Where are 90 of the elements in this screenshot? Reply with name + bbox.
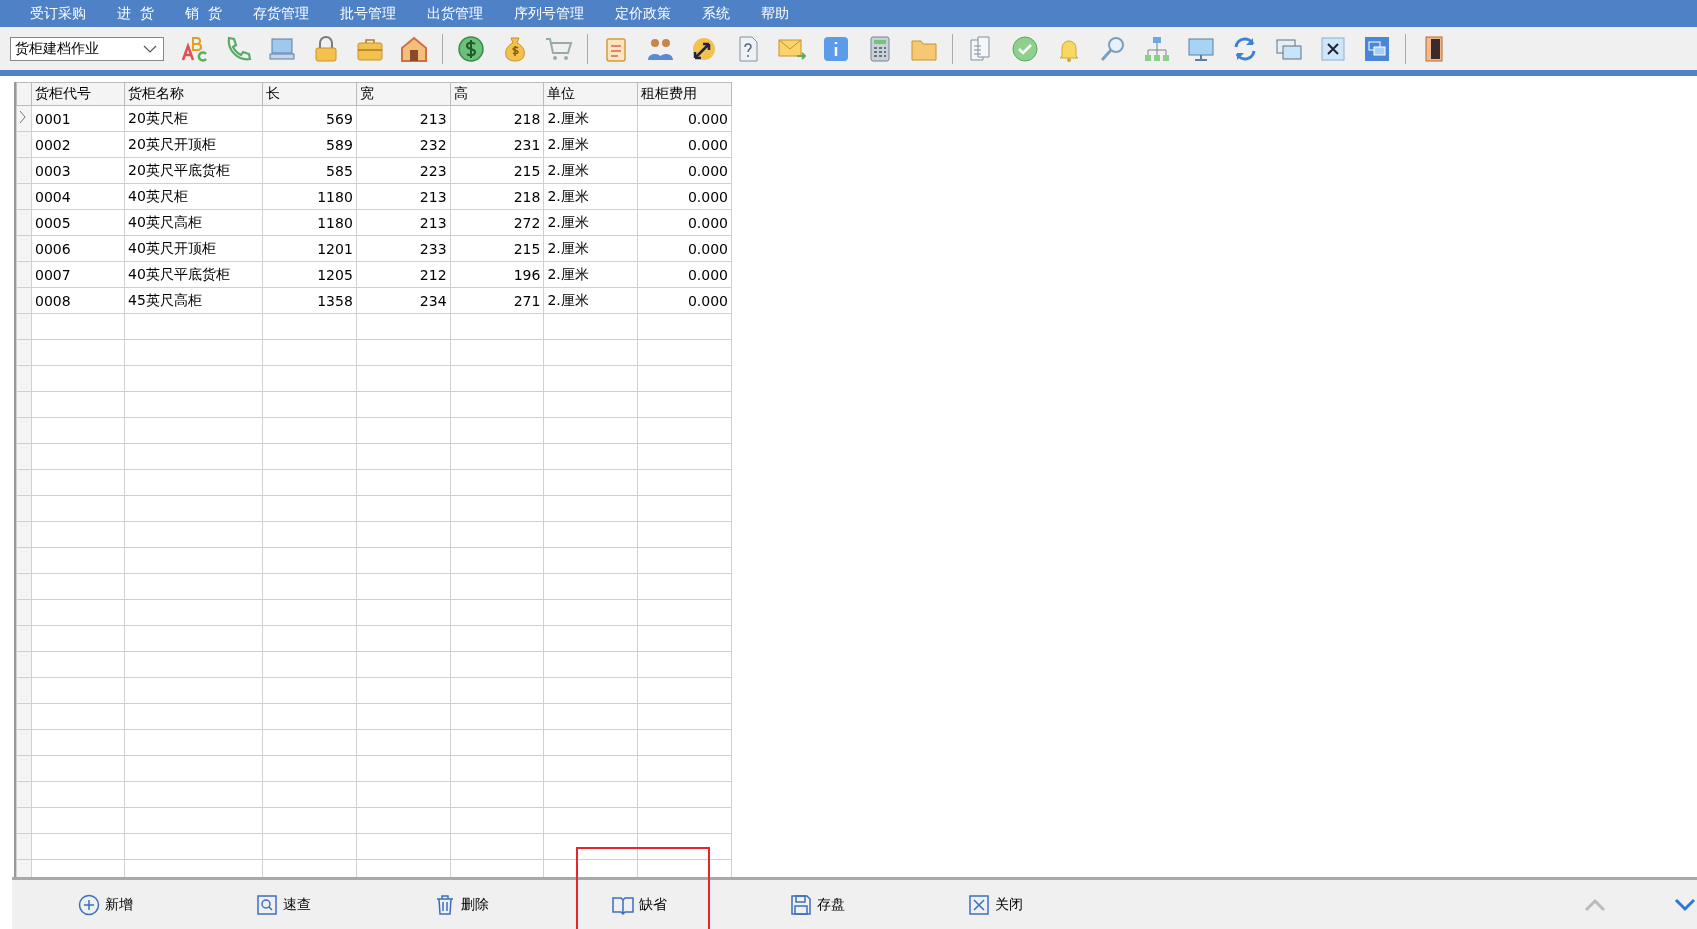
table-cell: 0.000 — [637, 105, 732, 132]
table-cell: 20英尺开顶柜 — [124, 131, 263, 158]
table-cell: 1201 — [262, 235, 357, 262]
table-cell: 215 — [450, 235, 544, 262]
table-cell: 1180 — [262, 209, 357, 236]
menu-item[interactable]: 销 货 — [184, 4, 222, 23]
table-cell: 40英尺平底货柜 — [124, 261, 263, 288]
table-cell: 0001 — [31, 105, 125, 132]
table-cell: 232 — [356, 131, 451, 158]
caret-icon — [143, 44, 157, 53]
table-cell: 40英尺高柜 — [124, 209, 263, 236]
current-row-chevron-icon — [19, 110, 26, 124]
column-header[interactable]: 长 — [262, 82, 357, 106]
table-cell: 233 — [356, 235, 451, 262]
menu-item[interactable]: 序列号管理 — [513, 4, 584, 23]
search-icon — [256, 893, 278, 916]
table-cell: 223 — [356, 157, 451, 184]
module-select[interactable]: 货柜建档作业 — [10, 36, 164, 61]
table-cell: 0.000 — [637, 183, 732, 210]
menu-item[interactable]: 批号管理 — [339, 4, 396, 23]
table-cell: 20英尺柜 — [124, 105, 263, 132]
table-cell: 0007 — [31, 261, 125, 288]
table-cell: 0.000 — [637, 131, 732, 158]
column-header[interactable]: 高 — [450, 82, 544, 106]
search-action-button[interactable]: 速查 — [250, 886, 317, 923]
menu-item[interactable]: 定价政策 — [614, 4, 671, 23]
table-cell: 218 — [450, 183, 544, 210]
chevron-up-icon[interactable] — [1583, 896, 1607, 913]
menu-item[interactable]: 系统 — [701, 4, 730, 23]
table-cell: 0.000 — [637, 209, 732, 236]
table-cell: 589 — [262, 131, 357, 158]
trash-icon — [434, 893, 456, 916]
table-cell: 2.厘米 — [543, 131, 638, 158]
table-cell: 2.厘米 — [543, 209, 638, 236]
table-cell: 20英尺平底货柜 — [124, 157, 263, 184]
table-cell: 0.000 — [637, 157, 732, 184]
menu-item[interactable]: 帮助 — [760, 4, 789, 23]
column-header[interactable]: 宽 — [356, 82, 451, 106]
table-cell: 0003 — [31, 157, 125, 184]
close-icon — [968, 893, 990, 916]
table-cell: 0002 — [31, 131, 125, 158]
menu-item[interactable]: 受订采购 — [30, 4, 86, 23]
table-cell: 2.厘米 — [543, 157, 638, 184]
table-cell: 585 — [262, 157, 357, 184]
table-cell: 45英尺高柜 — [124, 287, 263, 314]
table-cell: 569 — [262, 105, 357, 132]
table-cell: 40英尺开顶柜 — [124, 235, 263, 262]
menu-item[interactable]: 出货管理 — [426, 4, 483, 23]
column-header[interactable]: 货柜名称 — [124, 82, 263, 106]
table-cell: 218 — [450, 105, 544, 132]
column-header[interactable]: 货柜代号 — [31, 82, 125, 106]
table-cell: 231 — [450, 131, 544, 158]
table-cell: 213 — [356, 105, 451, 132]
dollar-coin-icon[interactable] — [456, 33, 486, 64]
table-cell: 2.厘米 — [543, 261, 638, 288]
table-cell: 2.厘米 — [543, 183, 638, 210]
plus-circle-icon — [78, 893, 100, 916]
table-cell: 2.厘米 — [543, 105, 638, 132]
check-circle-icon[interactable] — [1010, 33, 1040, 64]
delete-action-button[interactable]: 删除 — [428, 886, 495, 923]
table-cell: 272 — [450, 209, 544, 236]
table-cell: 0008 — [31, 287, 125, 314]
table-cell: 1205 — [262, 261, 357, 288]
table-cell: 196 — [450, 261, 544, 288]
save-action-button[interactable]: 存盘 — [784, 886, 851, 923]
menu-item[interactable]: 进 货 — [117, 4, 154, 23]
table-cell: 0006 — [31, 235, 125, 262]
column-header[interactable]: 单位 — [543, 82, 638, 106]
table-cell: 2.厘米 — [543, 287, 638, 314]
table-cell: 234 — [356, 287, 451, 314]
table-cell: 213 — [356, 209, 451, 236]
table-cell: 0005 — [31, 209, 125, 236]
table-cell: 0.000 — [637, 261, 732, 288]
add-action-button[interactable]: 新增 — [72, 886, 139, 923]
column-header[interactable]: 租柜费用 — [637, 82, 732, 106]
table-cell: 0004 — [31, 183, 125, 210]
table-cell: 2.厘米 — [543, 235, 638, 262]
table-cell: 215 — [450, 157, 544, 184]
table-cell: 0.000 — [637, 287, 732, 314]
table-cell: 212 — [356, 261, 451, 288]
menu-item[interactable]: 存货管理 — [252, 4, 309, 23]
table-cell: 0.000 — [637, 235, 732, 262]
default-action-button[interactable]: 缺省 — [606, 886, 673, 923]
close-action-button[interactable]: 关闭 — [962, 886, 1029, 923]
table-cell: 1358 — [262, 287, 357, 314]
table-cell: 1180 — [262, 183, 357, 210]
table-cell: 213 — [356, 183, 451, 210]
table-cell: 271 — [450, 287, 544, 314]
table-cell: 40英尺柜 — [124, 183, 263, 210]
chevron-down-icon[interactable] — [1673, 896, 1697, 913]
